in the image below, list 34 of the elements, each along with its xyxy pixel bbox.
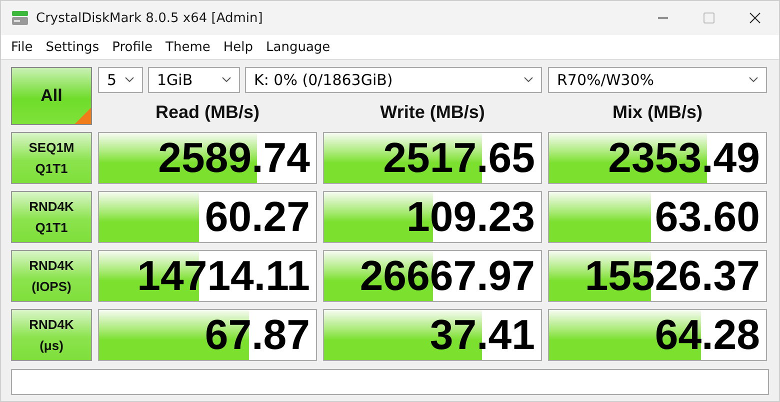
caret-icon (524, 77, 533, 83)
dropdown[interactable]: K: 0% (0/1863GiB) (245, 67, 542, 93)
test-button[interactable]: RND4K (μs) (11, 309, 92, 361)
column-header: Read (MB/s) (154, 101, 260, 124)
menu-item[interactable]: File (4, 40, 39, 54)
result-value: 37.41 (430, 310, 535, 360)
dropdown[interactable]: R70%/W30% (548, 67, 767, 93)
result-value: 67.87 (204, 310, 310, 360)
dropdown[interactable]: 1GiB (148, 67, 240, 93)
all-button[interactable]: All (11, 67, 92, 125)
window-title: CrystalDiskMark 8.0.5 x64 [Admin] (36, 10, 263, 26)
result-value: 63.60 (654, 192, 760, 242)
test-button[interactable]: RND4K (IOPS) (11, 250, 92, 302)
result-value: 26667.97 (360, 251, 535, 301)
column-header: Mix (MB/s) (612, 101, 704, 124)
column-header: Write (MB/s) (379, 101, 486, 124)
result-value: 64.28 (654, 310, 760, 360)
close-icon[interactable] (749, 12, 761, 24)
menu-item[interactable]: Language (259, 40, 336, 54)
menu-item[interactable]: Help (216, 40, 259, 54)
test-button[interactable]: SEQ1M Q1T1 (11, 132, 92, 184)
menu-item[interactable]: Settings (38, 40, 106, 54)
disk-icon (11, 9, 29, 27)
caret-icon (222, 77, 231, 83)
result-value: 60.27 (204, 192, 310, 242)
result-value: 14714.11 (137, 251, 310, 301)
test-button[interactable]: RND4K Q1T1 (11, 191, 92, 243)
menu-item[interactable]: Profile (105, 40, 159, 54)
menu-item[interactable]: Theme (158, 40, 216, 54)
dropdown[interactable]: 5 (98, 67, 143, 93)
result-value: 15526.37 (584, 251, 760, 301)
result-value: 109.23 (406, 192, 535, 242)
caret-icon (749, 77, 758, 83)
caret-icon (125, 77, 134, 83)
